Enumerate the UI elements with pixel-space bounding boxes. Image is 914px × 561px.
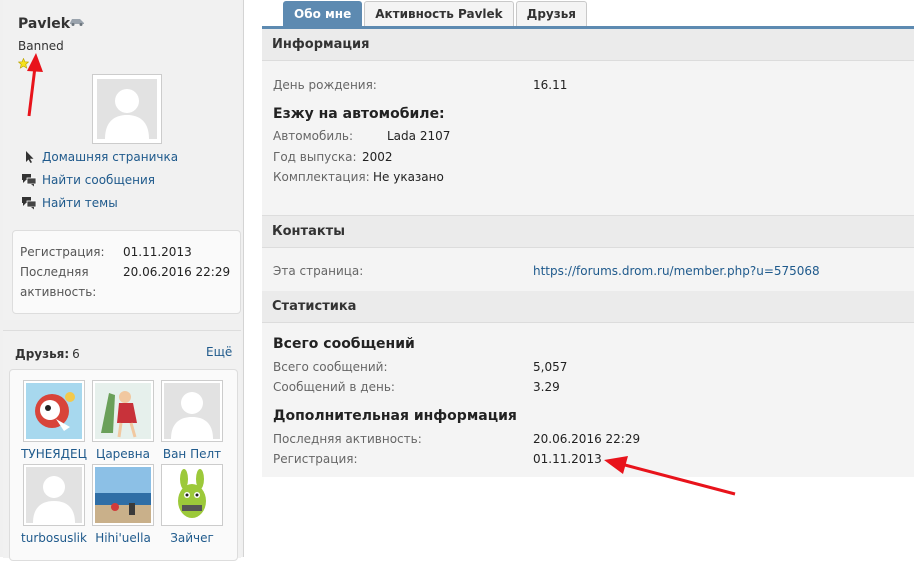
friends-title: Друзья: 6 [15, 347, 80, 361]
contacts-section-title: Контакты [272, 224, 345, 239]
friend-item[interactable]: Hihi'uella [90, 464, 156, 545]
contacts-section-header: Контакты [262, 216, 914, 248]
profile-sidebar: Pavlek Banned Домашняя страничка Найти с… [0, 0, 244, 561]
year-value: 2002 [362, 150, 393, 164]
friends-grid: ТУНЕЯДЕЦ Царевна Ван Пелт turbosuslik Hi… [9, 369, 238, 561]
friends-count: 6 [72, 347, 80, 361]
stats-last-activity-value: 20.06.2016 22:29 [533, 432, 641, 446]
stats-registration-label: Регистрация: [273, 452, 358, 466]
car-value: Lada 2107 [387, 129, 451, 143]
stats-last-activity-label: Последняя активность: [273, 432, 422, 446]
friend-name[interactable]: Царевна [90, 447, 156, 461]
cursor-icon [26, 150, 34, 163]
registration-box: Регистрация: 01.11.2013 Последняя 20.06.… [12, 230, 241, 314]
main-content: Информация День рождения: 16.11 Езжу на … [262, 29, 914, 477]
trim-label: Комплектация: [273, 170, 370, 184]
last-activity-label-1: Последняя [20, 265, 89, 279]
friend-name[interactable]: Ван Пелт [159, 447, 225, 461]
user-status: Banned [18, 39, 64, 53]
friend-item[interactable]: Ван Пелт [159, 380, 225, 461]
messages-icon [22, 173, 37, 186]
extra-info-title: Дополнительная информация [273, 408, 517, 424]
avatar[interactable] [92, 74, 162, 144]
star-icon [18, 58, 29, 69]
last-activity-value: 20.06.2016 22:29 [123, 265, 231, 279]
profile-tabs: Обо мне Активность Pavlek Друзья [283, 1, 589, 26]
find-threads-link[interactable]: Найти темы [42, 196, 118, 210]
friend-avatar-image [26, 383, 82, 439]
total-posts-label: Всего сообщений: [273, 360, 388, 374]
friends-more-link[interactable]: Ещё [206, 345, 232, 359]
last-activity-label-2: активность: [20, 285, 97, 299]
homepage-link[interactable]: Домашняя страничка [42, 150, 178, 164]
tab-activity[interactable]: Активность Pavlek [364, 1, 514, 26]
car-label: Автомобиль: [273, 129, 353, 143]
friends-title-label: Друзья: [15, 347, 70, 361]
friend-item[interactable]: Зайчег [159, 464, 225, 545]
registration-value: 01.11.2013 [123, 245, 192, 259]
friend-item[interactable]: turbosuslik [21, 464, 87, 545]
page-url-label: Эта страница: [273, 264, 364, 278]
stats-registration-value: 01.11.2013 [533, 452, 602, 466]
trim-value: Не указано [373, 170, 444, 184]
year-label: Год выпуска: [273, 150, 357, 164]
friend-name[interactable]: turbosuslik [21, 531, 87, 545]
total-posts-title: Всего сообщений [273, 336, 415, 352]
tab-friends[interactable]: Друзья [515, 1, 588, 26]
default-avatar-icon [26, 467, 82, 523]
default-avatar-icon [97, 79, 157, 139]
friend-avatar-image [95, 467, 151, 523]
friend-avatar-image [164, 467, 220, 523]
friend-name[interactable]: Hihi'uella [90, 531, 156, 545]
tab-about[interactable]: Обо мне [283, 1, 363, 26]
friend-item[interactable]: Царевна [90, 380, 156, 461]
friend-item[interactable]: ТУНЕЯДЕЦ [21, 380, 87, 461]
friends-block: Друзья: 6 Ещё ТУНЕЯДЕЦ Царевна Ван Пелт … [3, 330, 241, 561]
profile-links: Домашняя страничка Найти сообщения Найти… [21, 145, 178, 214]
stats-section-header: Статистика [262, 291, 914, 323]
stats-section-title: Статистика [272, 299, 357, 314]
page-url-link[interactable]: https://forums.drom.ru/member.php?u=5750… [533, 264, 820, 278]
registration-label: Регистрация: [20, 245, 105, 259]
total-posts-value: 5,057 [533, 360, 568, 374]
posts-per-day-label: Сообщений в день: [273, 380, 395, 394]
find-posts-link[interactable]: Найти сообщения [42, 173, 155, 187]
friend-name[interactable]: ТУНЕЯДЕЦ [21, 447, 87, 461]
homepage-link-row[interactable]: Домашняя страничка [21, 145, 178, 168]
friend-name[interactable]: Зайчег [159, 531, 225, 545]
info-section-header: Информация [262, 29, 914, 61]
info-section-title: Информация [272, 37, 370, 52]
friend-avatar-image [95, 383, 151, 439]
threads-icon [22, 196, 37, 209]
birthday-value: 16.11 [533, 78, 568, 92]
find-threads-link-row[interactable]: Найти темы [21, 191, 178, 214]
profile-block: Pavlek Banned Домашняя страничка Найти с… [3, 0, 241, 320]
posts-per-day-value: 3.29 [533, 380, 560, 394]
username[interactable]: Pavlek [18, 16, 70, 32]
car-section-title: Езжу на автомобиле: [273, 106, 445, 122]
default-avatar-icon [164, 383, 220, 439]
car-icon [70, 19, 84, 26]
birthday-label: День рождения: [273, 78, 377, 92]
find-posts-link-row[interactable]: Найти сообщения [21, 168, 178, 191]
